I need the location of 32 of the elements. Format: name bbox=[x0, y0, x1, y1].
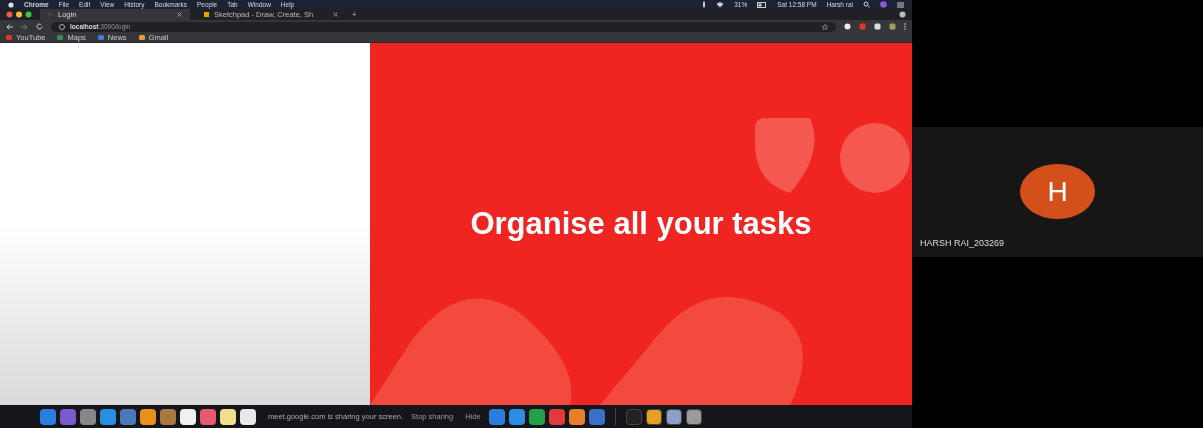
wifi-icon[interactable] bbox=[716, 1, 725, 8]
bookmark-icon bbox=[97, 35, 104, 40]
dock-app-icon[interactable] bbox=[568, 408, 585, 425]
info-icon bbox=[59, 23, 65, 30]
microphone-icon[interactable] bbox=[702, 1, 707, 8]
close-icon[interactable] bbox=[177, 12, 182, 17]
bookmark-icon bbox=[57, 35, 64, 40]
bookmark-icon bbox=[138, 35, 145, 40]
participant-avatar: H bbox=[1020, 164, 1095, 219]
dock-app-icon[interactable] bbox=[665, 408, 682, 425]
close-icon[interactable] bbox=[333, 12, 338, 17]
bookmark-icon bbox=[6, 35, 12, 40]
search-icon[interactable] bbox=[863, 1, 870, 8]
headline: Organise all your tasks bbox=[470, 205, 812, 243]
extension-icon[interactable] bbox=[844, 23, 851, 30]
dock-app-icon[interactable] bbox=[220, 408, 236, 425]
dock-app-icon[interactable] bbox=[140, 408, 156, 425]
profile-icon[interactable] bbox=[899, 11, 906, 18]
dock-app-icon[interactable] bbox=[645, 408, 662, 425]
participant-name: HARSH RAI_203269 bbox=[920, 237, 1005, 250]
dock-app-icon[interactable] bbox=[180, 408, 196, 425]
dock-app-icon[interactable] bbox=[240, 408, 256, 425]
extension-icon[interactable] bbox=[889, 23, 896, 30]
decorative-circle bbox=[840, 123, 910, 193]
battery-icon[interactable] bbox=[757, 1, 768, 8]
reload-icon[interactable] bbox=[36, 23, 43, 30]
dock-app-icon[interactable] bbox=[685, 408, 702, 425]
star-icon[interactable] bbox=[822, 23, 828, 30]
forward-icon[interactable] bbox=[21, 23, 28, 30]
back-icon[interactable] bbox=[6, 23, 13, 30]
extension-icon[interactable] bbox=[874, 23, 881, 30]
window-controls-icon[interactable] bbox=[6, 11, 34, 18]
